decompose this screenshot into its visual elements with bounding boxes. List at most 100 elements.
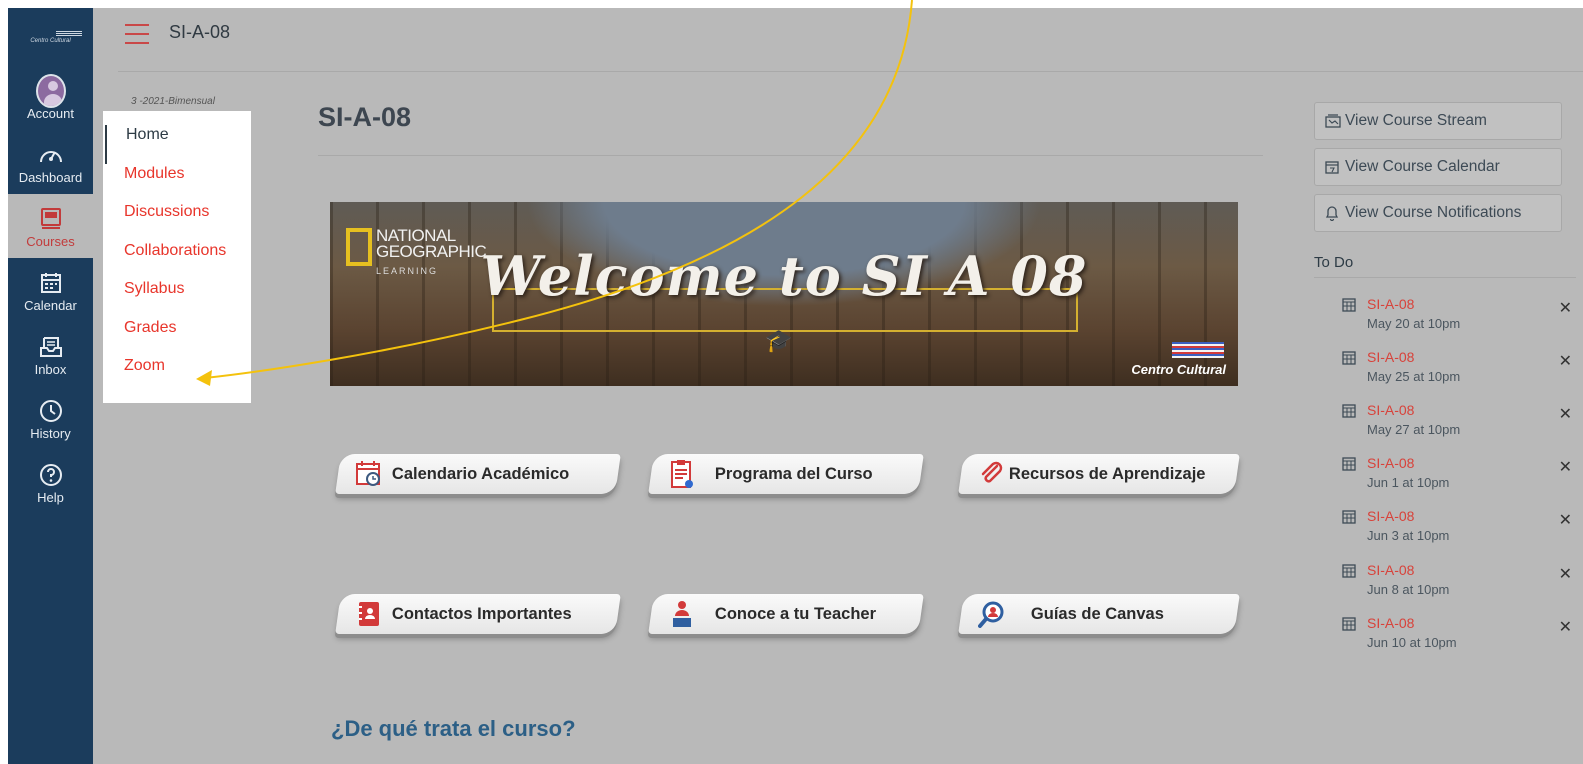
programa-del-curso-button[interactable]: Programa del Curso	[648, 454, 924, 494]
global-nav-dashboard[interactable]: Dashboard	[8, 130, 93, 194]
search-person-icon	[977, 599, 1007, 629]
todo-item-link[interactable]: SI-A-08	[1367, 455, 1414, 471]
dismiss-close-icon[interactable]: ✕	[1559, 510, 1572, 530]
global-nav-label: Courses	[26, 233, 75, 249]
course-nav-modules[interactable]: Modules	[103, 164, 251, 203]
global-nav-inbox[interactable]: Inbox	[8, 322, 93, 386]
course-nav-collaborations[interactable]: Collaborations	[103, 241, 251, 280]
bell-icon	[1325, 205, 1341, 221]
clipboard-icon	[667, 459, 697, 489]
view-course-stream-button[interactable]: View Course Stream	[1314, 102, 1562, 140]
todo-item-date: May 25 at 10pm	[1367, 369, 1461, 384]
institution-logo[interactable]: Centro Cultural	[8, 8, 93, 66]
todo-calendar-icon	[1342, 510, 1356, 524]
button-label: Guías de Canvas	[1031, 604, 1164, 623]
todo-item-link[interactable]: SI-A-08	[1367, 296, 1414, 312]
course-nav-discussions[interactable]: Discussions	[103, 202, 251, 241]
todo-item-date: May 20 at 10pm	[1367, 316, 1461, 331]
dismiss-close-icon[interactable]: ✕	[1559, 617, 1572, 637]
view-course-notifications-button[interactable]: View Course Notifications	[1314, 194, 1562, 232]
course-term: 3 -2021-Bimensual	[131, 96, 215, 107]
contactos-importantes-button[interactable]: Contactos Importantes	[335, 594, 621, 634]
button-label: Recursos de Aprendizaje	[1009, 464, 1206, 483]
dismiss-close-icon[interactable]: ✕	[1559, 457, 1572, 477]
todo-item-link[interactable]: SI-A-08	[1367, 508, 1414, 524]
button-label: Programa del Curso	[715, 464, 873, 483]
paperclip-icon	[977, 459, 1007, 489]
global-nav-label: Account	[27, 105, 74, 121]
todo-item: SI-A-08 Jun 1 at 10pm ✕	[1342, 455, 1572, 507]
todo-calendar-icon	[1342, 404, 1356, 418]
todo-item: SI-A-08 May 27 at 10pm ✕	[1342, 402, 1572, 454]
course-menu-toggle-icon[interactable]	[125, 24, 149, 44]
todo-item-date: Jun 1 at 10pm	[1367, 475, 1450, 490]
history-clock-icon	[36, 396, 66, 426]
calendario-academico-button[interactable]: Calendario Académico	[335, 454, 621, 494]
help-icon	[36, 460, 66, 490]
button-label: View Course Stream	[1345, 112, 1487, 129]
todo-item-link[interactable]: SI-A-08	[1367, 615, 1414, 631]
global-nav-history[interactable]: History	[8, 386, 93, 450]
contacts-book-icon	[354, 599, 384, 629]
todo-calendar-icon	[1342, 457, 1356, 471]
course-nav-grades[interactable]: Grades	[103, 318, 251, 357]
course-about-heading: ¿De qué trata el curso?	[331, 716, 576, 741]
dismiss-close-icon[interactable]: ✕	[1559, 351, 1572, 371]
global-nav-label: Inbox	[34, 361, 67, 377]
todo-item-date: Jun 3 at 10pm	[1367, 528, 1450, 543]
guias-de-canvas-button[interactable]: Guías de Canvas	[958, 594, 1240, 634]
header-divider	[118, 71, 1583, 72]
breadcrumb[interactable]: SI-A-08	[169, 22, 230, 43]
logo-text: Centro Cultural	[30, 37, 71, 44]
todo-item-link[interactable]: SI-A-08	[1367, 562, 1414, 578]
global-nav: Centro Cultural Account Dashboard Course…	[8, 8, 93, 764]
global-nav-calendar[interactable]: Calendar	[8, 258, 93, 322]
brand-flag-icon	[1172, 342, 1224, 358]
todo-divider	[1314, 277, 1576, 278]
conoce-a-tu-teacher-button[interactable]: Conoce a tu Teacher	[648, 594, 924, 634]
todo-item-date: Jun 8 at 10pm	[1367, 582, 1450, 597]
dashboard-icon	[36, 140, 66, 170]
account-avatar-icon	[35, 73, 66, 108]
todo-item: SI-A-08 Jun 3 at 10pm ✕	[1342, 508, 1572, 560]
button-label: Contactos Importantes	[392, 604, 572, 623]
todo-item-link[interactable]: SI-A-08	[1367, 349, 1414, 365]
stream-icon	[1325, 113, 1341, 129]
todo-item: SI-A-08 Jun 8 at 10pm ✕	[1342, 562, 1572, 614]
canvas-course-page: Centro Cultural Account Dashboard Course…	[8, 8, 1583, 764]
course-header: SI-A-08	[93, 8, 1583, 72]
view-course-calendar-button[interactable]: View Course Calendar	[1314, 148, 1562, 186]
global-nav-courses[interactable]: Courses	[8, 194, 93, 258]
button-label: View Course Calendar	[1345, 158, 1500, 175]
global-nav-label: History	[30, 425, 71, 441]
global-nav-label: Dashboard	[18, 169, 83, 185]
course-nav-syllabus[interactable]: Syllabus	[103, 279, 251, 318]
button-label: Conoce a tu Teacher	[715, 604, 877, 623]
todo-item: SI-A-08 Jun 10 at 10pm ✕	[1342, 615, 1572, 667]
dismiss-close-icon[interactable]: ✕	[1559, 564, 1572, 584]
todo-calendar-icon	[1342, 298, 1356, 312]
todo-calendar-icon	[1342, 617, 1356, 631]
title-divider	[318, 155, 1263, 156]
todo-item-link[interactable]: SI-A-08	[1367, 402, 1414, 418]
banner-welcome-text: Welcome to SI A 08	[480, 244, 1088, 308]
teacher-icon	[667, 599, 697, 629]
todo-item-date: Jun 10 at 10pm	[1367, 635, 1457, 650]
todo-item: SI-A-08 May 25 at 10pm ✕	[1342, 349, 1572, 401]
todo-item: SI-A-08 May 20 at 10pm ✕	[1342, 296, 1572, 348]
course-nav-zoom[interactable]: Zoom	[103, 356, 251, 395]
dismiss-close-icon[interactable]: ✕	[1559, 404, 1572, 424]
todo-calendar-icon	[1342, 564, 1356, 578]
todo-calendar-icon	[1342, 351, 1356, 365]
recursos-de-aprendizaje-button[interactable]: Recursos de Aprendizaje	[958, 454, 1240, 494]
graduation-cap-icon: 🎓	[765, 328, 793, 353]
button-label: View Course Notifications	[1345, 204, 1522, 221]
global-nav-label: Calendar	[24, 297, 77, 313]
todo-heading: To Do	[1314, 254, 1354, 271]
global-nav-help[interactable]: Help	[8, 450, 93, 514]
welcome-banner: NATIONAL GEOGRAPHIC LEARNING Welcome to …	[330, 202, 1238, 386]
dismiss-close-icon[interactable]: ✕	[1559, 298, 1572, 318]
todo-item-date: May 27 at 10pm	[1367, 422, 1461, 437]
course-nav-home[interactable]: Home	[105, 125, 251, 164]
global-nav-account[interactable]: Account	[8, 66, 93, 130]
